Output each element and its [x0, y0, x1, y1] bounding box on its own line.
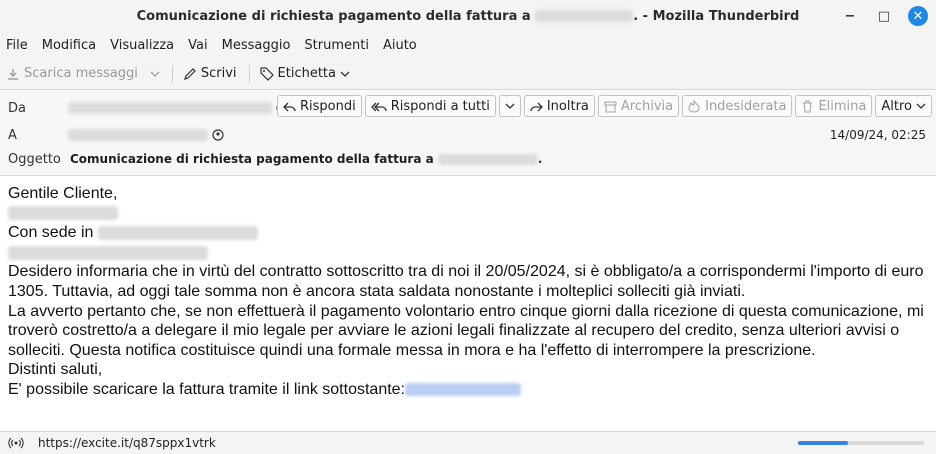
- menu-file[interactable]: File: [6, 38, 28, 53]
- reply-icon: [283, 102, 296, 111]
- redacted-line: [8, 204, 928, 224]
- subject-text: Comunicazione di richiesta pagamento del…: [70, 152, 434, 166]
- link-line: E' possibile scaricare la fattura tramit…: [8, 380, 928, 400]
- menu-edit[interactable]: Modifica: [42, 38, 96, 53]
- subject-end: .: [537, 152, 543, 166]
- reply-all-button[interactable]: Rispondi a tutti: [364, 95, 496, 117]
- forward-icon: [530, 102, 543, 111]
- window-titlebar: Comunicazione di richiesta pagamento del…: [0, 0, 936, 32]
- write-button[interactable]: Scrivi: [183, 66, 237, 81]
- write-label: Scrivi: [200, 66, 237, 81]
- reply-button[interactable]: Rispondi: [276, 95, 362, 117]
- junk-button[interactable]: Indesiderata: [682, 95, 793, 117]
- junk-label: Indesiderata: [705, 98, 787, 114]
- redacted-sender: [68, 101, 272, 114]
- progress-fill: [798, 441, 849, 445]
- tag-button[interactable]: Etichetta: [259, 66, 350, 81]
- contact-icon[interactable]: [212, 128, 224, 141]
- to-label: A: [8, 128, 17, 143]
- window-title-prefix: Comunicazione di richiesta pagamento del…: [136, 8, 531, 24]
- redacted-name: [535, 10, 634, 22]
- forward-button[interactable]: Inoltra: [523, 95, 595, 117]
- status-url: https://excite.it/q87sppx1vtrk: [38, 436, 216, 450]
- paragraph-1: Desidero informaria che in virtù del con…: [8, 263, 924, 300]
- status-bar: https://excite.it/q87sppx1vtrk: [0, 431, 936, 454]
- window-title-suffix: . - Mozilla Thunderbird: [633, 8, 800, 24]
- redacted-address: [97, 225, 258, 240]
- chevron-down-icon: [505, 103, 515, 109]
- invoice-link[interactable]: [405, 381, 521, 398]
- closing: Distinti saluti,: [8, 361, 103, 379]
- tag-label: Etichetta: [277, 66, 336, 81]
- menu-tools[interactable]: Strumenti: [304, 38, 369, 53]
- seat-line: Con sede in: [8, 223, 928, 243]
- tag-icon: [259, 66, 274, 81]
- get-messages-label: Scarica messaggi: [24, 66, 138, 81]
- menu-go[interactable]: Vai: [188, 38, 207, 53]
- menu-view[interactable]: Visualizza: [110, 38, 174, 53]
- delete-label: Elimina: [818, 98, 867, 114]
- message-date: 14/09/24, 02:25: [829, 128, 926, 142]
- to-address[interactable]: [68, 127, 224, 141]
- minimize-button[interactable]: −: [840, 6, 860, 26]
- reply-dropdown[interactable]: [498, 95, 521, 117]
- greeting: Gentile Cliente,: [8, 185, 118, 202]
- chevron-down-icon: [150, 71, 160, 77]
- get-messages-dropdown[interactable]: [150, 69, 160, 79]
- redacted-line: [8, 243, 928, 263]
- delete-button[interactable]: Elimina: [795, 95, 873, 117]
- message-actions: Rispondi Rispondi a tutti Inoltra Archiv…: [276, 95, 932, 117]
- fire-icon: [688, 99, 700, 112]
- chevron-down-icon: [916, 103, 926, 109]
- link-prefix: E' possibile scaricare la fattura tramit…: [8, 380, 405, 398]
- redacted-recipient: [68, 128, 208, 141]
- archive-icon: [604, 101, 617, 112]
- close-button[interactable]: ✕: [908, 6, 928, 26]
- pencil-icon: [183, 67, 196, 80]
- reply-all-icon: [370, 102, 387, 111]
- reply-all-label: Rispondi a tutti: [390, 98, 490, 114]
- redacted-name: [437, 154, 538, 165]
- subject-value: Comunicazione di richiesta pagamento del…: [70, 152, 542, 166]
- menu-message[interactable]: Messaggio: [222, 38, 291, 53]
- subject-label: Oggetto: [8, 152, 61, 167]
- message-body: Gentile Cliente, Con sede in Desidero in…: [8, 184, 928, 400]
- from-label: Da: [8, 101, 26, 116]
- menu-help[interactable]: Aiuto: [383, 38, 417, 53]
- message-header: Da Rispondi Rispondi a tutti Inoltra Arc…: [0, 91, 936, 176]
- other-actions-button[interactable]: Altro: [875, 95, 932, 117]
- chevron-down-icon: [340, 71, 350, 77]
- paragraph-2: La avverto pertanto che, se non effettue…: [8, 302, 924, 359]
- progress-bar: [798, 441, 924, 445]
- from-address[interactable]: [68, 100, 288, 114]
- toolbar-separator: [248, 64, 250, 83]
- reply-label: Rispondi: [299, 98, 356, 114]
- archive-label: Archivia: [620, 98, 674, 114]
- maximize-button[interactable]: □: [874, 6, 894, 26]
- main-toolbar: Scarica messaggi Scrivi Etichetta: [0, 58, 936, 90]
- menu-bar: File Modifica Visualizza Vai Messaggio S…: [0, 32, 936, 58]
- seat-prefix: Con sede in: [8, 224, 94, 242]
- download-icon: [8, 68, 18, 80]
- other-label: Altro: [881, 98, 912, 114]
- get-messages-button[interactable]: Scarica messaggi: [6, 66, 138, 81]
- toolbar-separator: [171, 64, 173, 83]
- archive-button[interactable]: Archivia: [597, 95, 680, 117]
- trash-icon: [803, 100, 813, 112]
- forward-label: Inoltra: [546, 98, 589, 114]
- online-status-icon[interactable]: [8, 436, 24, 450]
